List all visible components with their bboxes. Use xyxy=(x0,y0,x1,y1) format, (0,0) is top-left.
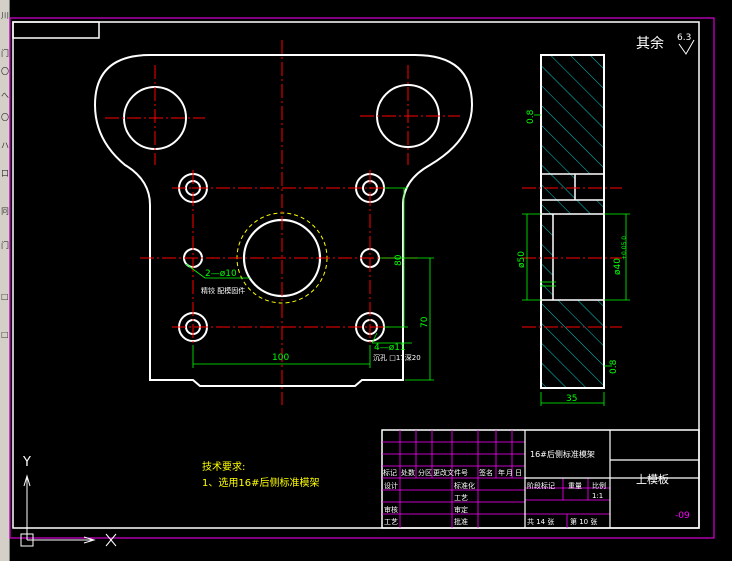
dim-bore-40-tolerance: +0.05 0 xyxy=(621,236,628,260)
dim-height-70: 70 xyxy=(420,316,430,328)
label-standardize: 标准化 xyxy=(454,481,475,490)
change-col-8: 日 xyxy=(515,469,522,477)
roughness-label: 其余 xyxy=(636,35,664,52)
dim-holes-4x11: 4—ø11 xyxy=(374,343,406,353)
change-col-1: 标记 xyxy=(383,468,397,477)
label-approve: 批准 xyxy=(454,517,468,526)
change-col-6: 年 xyxy=(498,468,505,477)
ucs-icon xyxy=(20,474,117,547)
roughness-side-value: 0.8 xyxy=(526,109,536,124)
label-process: 审定 xyxy=(454,505,468,514)
title-block: 16#后侧标准模架 上模板 -09 标记 处数 分区 更改文件号 签名 年 月 … xyxy=(381,429,700,529)
change-col-4: 更改文件号 xyxy=(433,468,468,477)
dim-thickness-35: 35 xyxy=(566,394,577,404)
cad-drawing-canvas[interactable]: 其余 6.3 100 80 70 2—ø10 精铰 配模固件 4—ø11 沉孔 … xyxy=(0,0,732,561)
front-view: 100 80 70 2—ø10 精铰 配模固件 4—ø11 沉孔 □17深20 xyxy=(93,40,474,405)
label-craft: 工艺 xyxy=(454,494,468,502)
roughness-value: 6.3 xyxy=(677,33,691,43)
title-project: 16#后侧标准模架 xyxy=(530,449,595,459)
tech-notes-line1: 1、选用16#后侧标准模架 xyxy=(202,476,319,489)
change-col-7: 月 xyxy=(506,469,513,477)
label-scale: 比例 xyxy=(592,481,606,490)
dim-holes-2x10: 2—ø10 xyxy=(205,269,237,279)
label-weight: 重量 xyxy=(568,482,582,490)
title-part-name: 上模板 xyxy=(636,472,669,486)
dim-holes-4x11-note: 沉孔 □17深20 xyxy=(373,353,421,362)
label-check: 审核 xyxy=(384,505,398,514)
sheets-total: 共 14 张 xyxy=(527,517,554,526)
change-col-5: 签名 xyxy=(479,468,493,477)
label-approve-left: 工艺 xyxy=(384,518,398,526)
label-design: 设计 xyxy=(384,481,398,490)
outer-frame xyxy=(9,17,715,539)
front-center-lines xyxy=(105,40,460,405)
corner-tab xyxy=(12,21,100,39)
dim-bore-50: ø50 xyxy=(517,251,527,268)
scale-value: 1:1 xyxy=(592,492,603,500)
ucs-y-label: Y xyxy=(22,455,31,470)
title-code: -09 xyxy=(675,511,690,521)
section-view: 35 ø50 ø40 +0.05 0 0.8 0.8 xyxy=(517,54,630,406)
tech-notes-title: 技术要求: xyxy=(202,460,245,473)
dim-height-80: 80 xyxy=(394,254,404,266)
dim-holes-2x10-note: 精铰 配模固件 xyxy=(201,286,245,295)
sheet-number: 第 10 张 xyxy=(570,517,597,526)
chamfer-bottom-value: 0.8 xyxy=(609,359,619,374)
dim-width-100: 100 xyxy=(272,353,289,363)
label-stage: 阶段标记 xyxy=(527,481,555,490)
change-col-2: 处数 xyxy=(401,468,415,477)
change-col-3: 分区 xyxy=(418,468,432,477)
